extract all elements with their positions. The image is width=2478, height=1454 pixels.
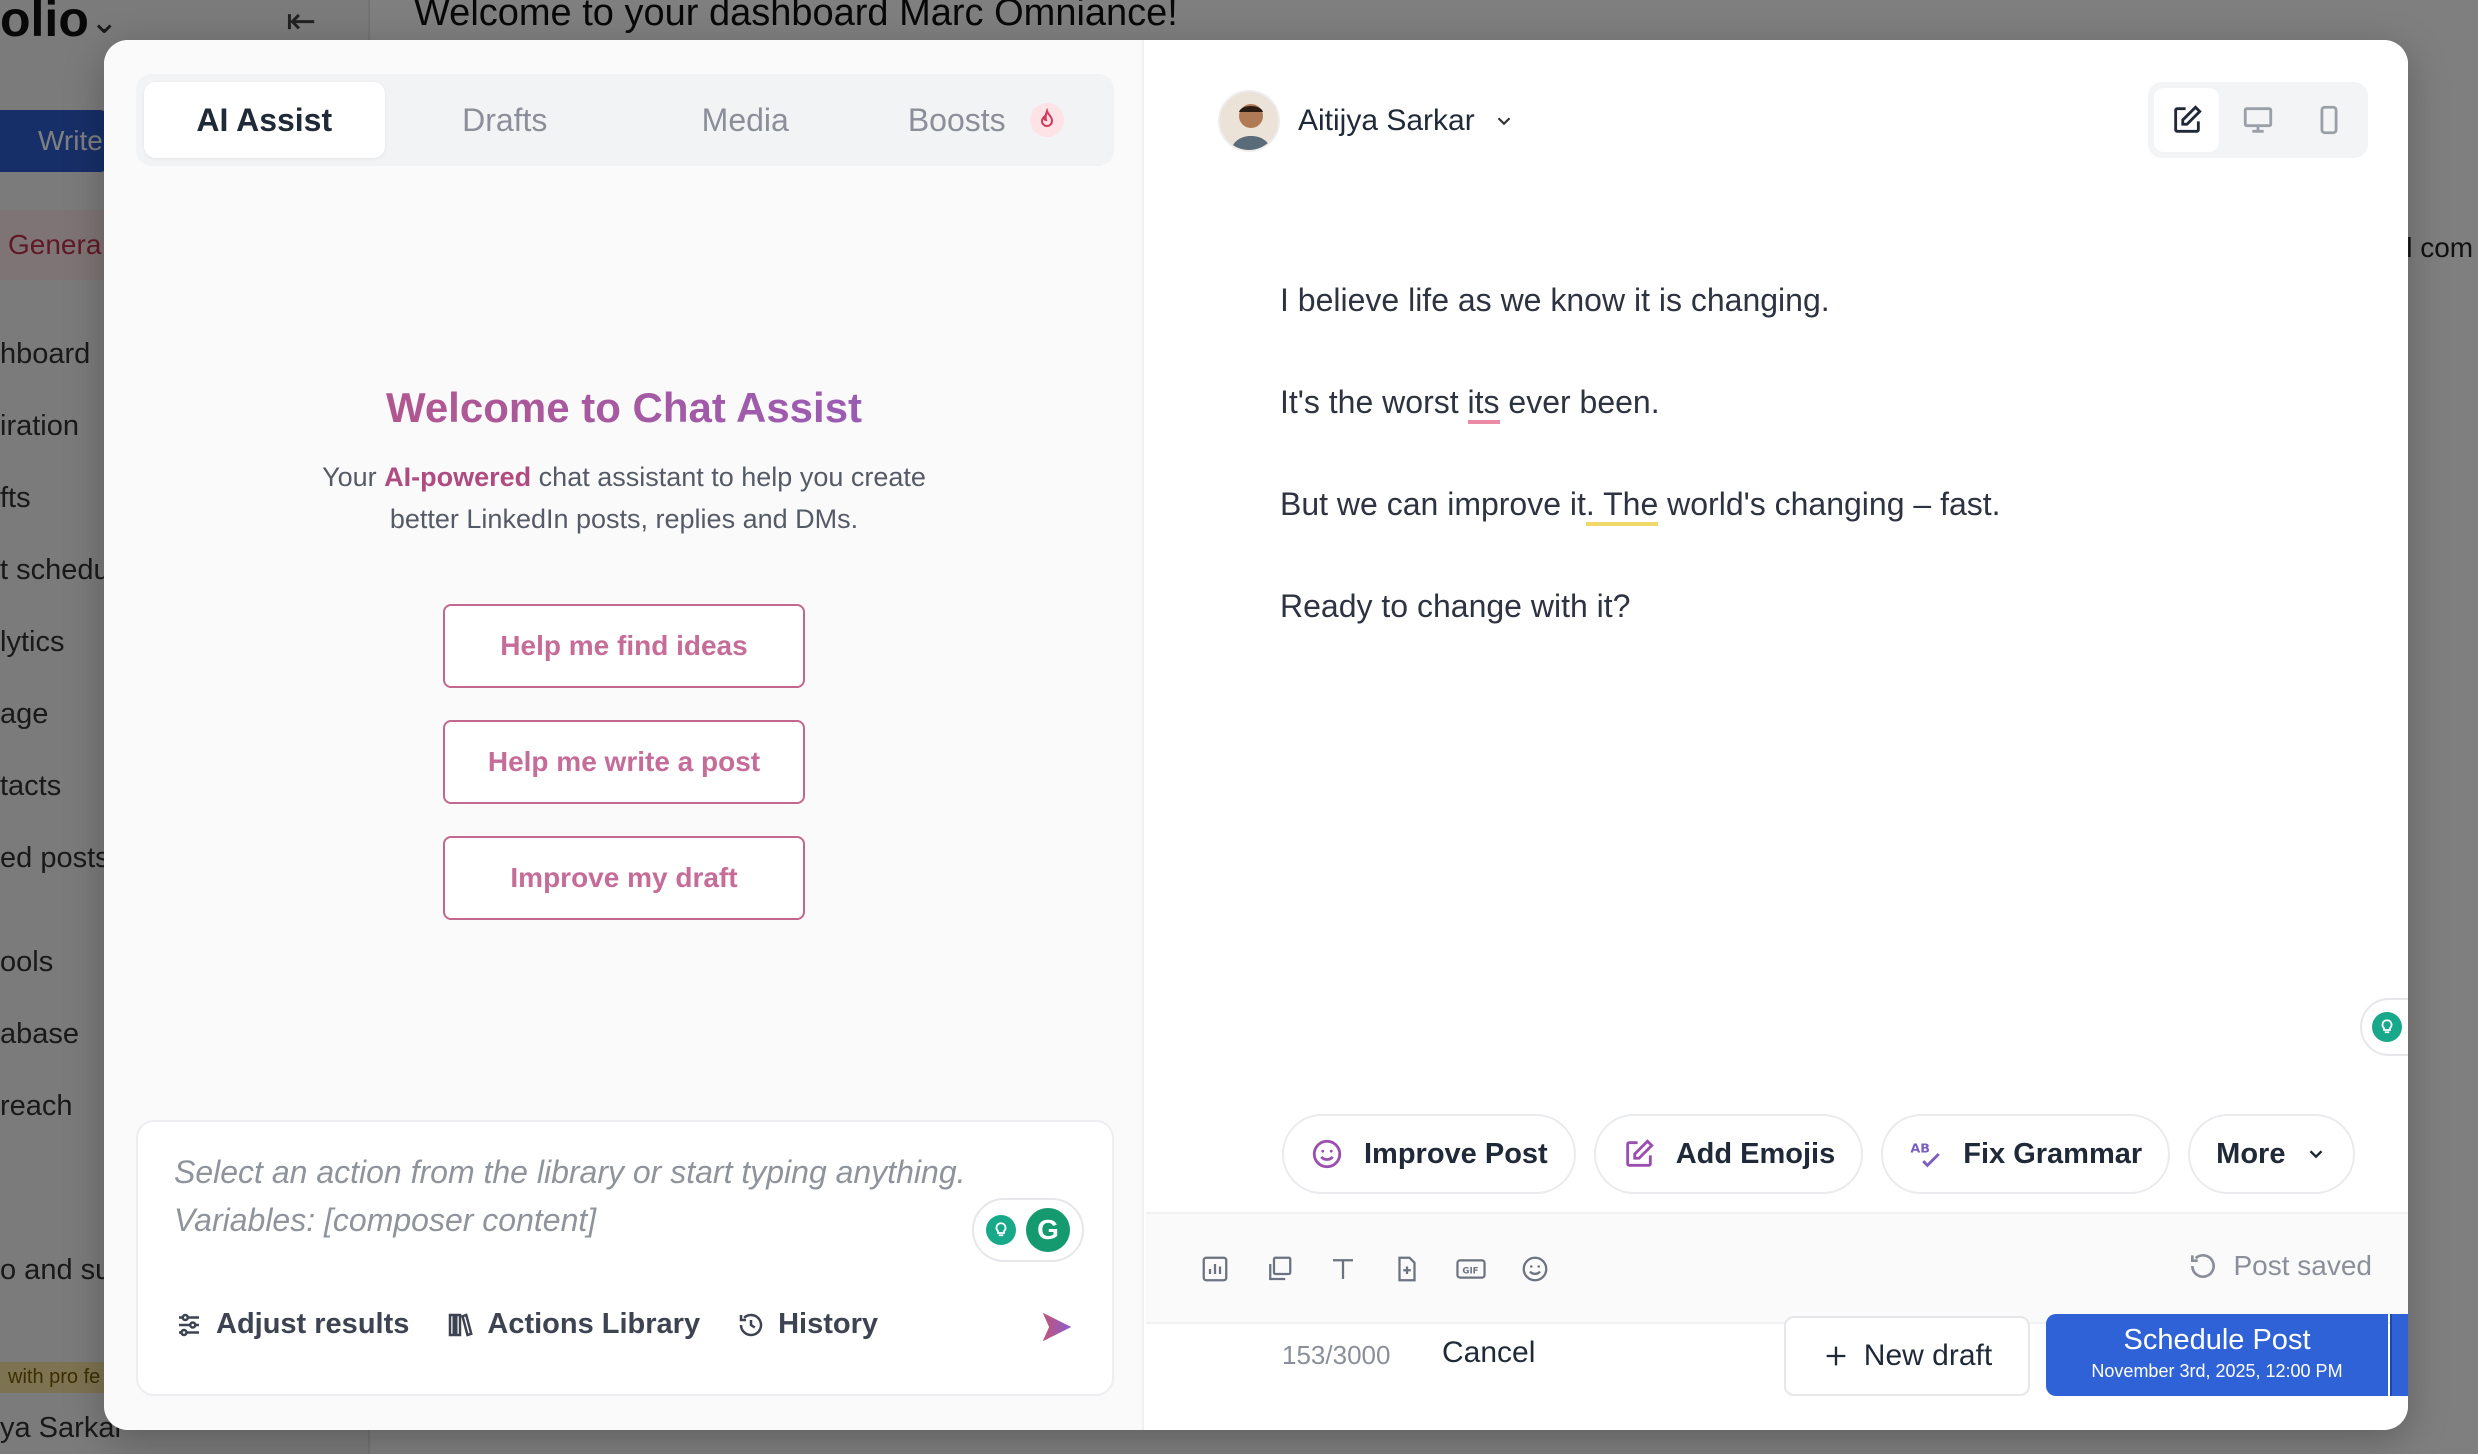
- placeholder-line: Select an action from the library or sta…: [174, 1154, 966, 1190]
- chip-label: Fix Grammar: [1963, 1137, 2143, 1170]
- chip-label: More: [2216, 1137, 2286, 1170]
- post-text-segment: world's changing – fast.: [1658, 486, 2001, 522]
- chevron-down-icon: [1497, 117, 1510, 126]
- library-icon: [449, 1312, 474, 1337]
- edit-mode-button[interactable]: [2154, 88, 2220, 152]
- send-icon: [1042, 1312, 1072, 1342]
- find-ideas-button[interactable]: Help me find ideas: [443, 604, 805, 688]
- tab-drafts[interactable]: Drafts: [385, 82, 626, 158]
- panel-tabs: AI Assist Drafts Media Boosts: [136, 74, 1114, 166]
- format-toolbar: GIF Post saved: [1146, 1212, 2408, 1324]
- desktop-icon: [2243, 107, 2273, 133]
- grammar-error-highlight[interactable]: its: [1467, 384, 1500, 424]
- welcome-subtitle: Your AI-powered chat assistant to help y…: [294, 456, 954, 540]
- tab-label: Drafts: [462, 101, 548, 138]
- author-name: Aitijya Sarkar: [1298, 104, 1475, 137]
- action-label: History: [778, 1308, 879, 1340]
- spellcheck-icon: AB: [1911, 1142, 1940, 1168]
- mobile-icon: [2320, 105, 2338, 135]
- more-actions-dropdown[interactable]: More: [2188, 1114, 2356, 1194]
- subtitle-highlight: AI-powered: [384, 462, 532, 492]
- text-format-icon[interactable]: [1322, 1248, 1364, 1290]
- post-content-editor[interactable]: I believe life as we know it is changing…: [1280, 276, 2001, 684]
- save-status-text: Post saved: [2233, 1250, 2372, 1281]
- svg-text:AB: AB: [1911, 1142, 1931, 1157]
- chat-actions: Adjust results Actions Library History: [174, 1308, 878, 1341]
- gif-icon[interactable]: GIF: [1450, 1248, 1492, 1290]
- view-mode-toggle: [2148, 82, 2368, 158]
- tab-ai-assist[interactable]: AI Assist: [144, 82, 385, 158]
- grammarly-icon: G: [1026, 1208, 1070, 1252]
- add-emojis-button[interactable]: Add Emojis: [1593, 1114, 1864, 1194]
- poll-icon[interactable]: [1194, 1248, 1236, 1290]
- history-icon: [739, 1313, 763, 1336]
- chip-label: Add Emojis: [1675, 1137, 1836, 1170]
- document-add-icon[interactable]: [1386, 1248, 1428, 1290]
- tab-boosts[interactable]: Boosts: [866, 82, 1107, 158]
- toolbar-icons: GIF: [1194, 1248, 1556, 1290]
- post-text-segment: But we can improve it: [1280, 486, 1586, 522]
- svg-text:GIF: GIF: [1462, 1266, 1478, 1276]
- character-counter: 153/3000: [1282, 1340, 1391, 1370]
- grammarly-suggestions-badge[interactable]: 1: [2360, 998, 2408, 1056]
- avatar: [1218, 90, 1280, 152]
- smile-icon: [1312, 1139, 1342, 1169]
- flame-icon: [1029, 103, 1064, 137]
- cancel-button[interactable]: Cancel: [1442, 1336, 1535, 1370]
- edit-icon: [1625, 1139, 1654, 1167]
- ai-action-chips: Improve Post Add Emojis AB Fix Grammar M…: [1282, 1114, 2356, 1194]
- post-line: Ready to change with it?: [1280, 588, 1631, 624]
- welcome-title: Welcome to Chat Assist: [104, 384, 1144, 432]
- schedule-title: Schedule Post: [2123, 1324, 2311, 1356]
- tab-label: Boosts: [907, 101, 1006, 138]
- edit-icon: [2173, 105, 2202, 133]
- lightbulb-icon: [986, 1215, 1016, 1245]
- style-suggestion-highlight[interactable]: . The: [1585, 486, 1659, 526]
- grammarly-widget[interactable]: G: [972, 1198, 1084, 1262]
- fix-grammar-button[interactable]: AB Fix Grammar: [1881, 1114, 2171, 1194]
- schedule-date: November 3rd, 2025, 12:00 PM: [2091, 1361, 2343, 1381]
- chevron-down-icon: [2310, 1150, 2323, 1159]
- tab-label: AI Assist: [196, 101, 333, 138]
- write-post-button[interactable]: Help me write a post: [443, 720, 805, 804]
- history-button[interactable]: History: [736, 1308, 878, 1341]
- post-editor-panel: Aitijya Sarkar I believe life as we know…: [1146, 40, 2408, 1430]
- improve-post-button[interactable]: Improve Post: [1282, 1114, 1576, 1194]
- tab-media[interactable]: Media: [625, 82, 866, 158]
- carousel-icon[interactable]: [1258, 1248, 1300, 1290]
- new-draft-label: New draft: [1863, 1339, 1993, 1372]
- lightbulb-icon: [2372, 1012, 2402, 1042]
- post-text-segment: It's the worst: [1280, 384, 1468, 420]
- schedule-options-dropdown[interactable]: [2390, 1314, 2408, 1396]
- chat-assist-panel: AI Assist Drafts Media Boosts Welcome to…: [104, 40, 1144, 1430]
- action-label: Adjust results: [216, 1308, 410, 1340]
- author-selector[interactable]: Aitijya Sarkar: [1218, 90, 1515, 152]
- tab-label: Media: [701, 101, 789, 138]
- post-composer-modal: AI Assist Drafts Media Boosts Welcome to…: [104, 40, 2408, 1430]
- new-draft-button[interactable]: New draft: [1784, 1316, 2030, 1396]
- chat-input[interactable]: Select an action from the library or sta…: [136, 1120, 1114, 1396]
- plus-icon: [1826, 1346, 1846, 1366]
- post-line: I believe life as we know it is changing…: [1280, 282, 1830, 318]
- chip-label: Improve Post: [1364, 1137, 1548, 1170]
- actions-library-button[interactable]: Actions Library: [445, 1308, 700, 1341]
- send-button[interactable]: [1038, 1308, 1076, 1351]
- action-label: Actions Library: [487, 1308, 701, 1340]
- placeholder-line: Variables: [composer content]: [174, 1202, 597, 1238]
- post-line: It's the worst its ever been.: [1280, 378, 2001, 426]
- desktop-preview-button[interactable]: [2225, 88, 2290, 152]
- sliders-icon: [179, 1313, 199, 1336]
- post-line: But we can improve it. The world's chang…: [1280, 480, 2001, 528]
- emoji-icon[interactable]: [1514, 1248, 1556, 1290]
- post-text-segment: ever been.: [1499, 384, 1660, 420]
- chat-input-placeholder: Select an action from the library or sta…: [174, 1148, 1034, 1244]
- improve-draft-button[interactable]: Improve my draft: [443, 836, 805, 920]
- history-icon: [2191, 1254, 2216, 1278]
- mobile-preview-button[interactable]: [2297, 88, 2362, 152]
- schedule-post-button[interactable]: Schedule Post November 3rd, 2025, 12:00 …: [2046, 1314, 2388, 1396]
- subtitle-text: Your: [322, 462, 385, 492]
- adjust-results-button[interactable]: Adjust results: [174, 1308, 409, 1341]
- save-status: Post saved: [2187, 1250, 2372, 1282]
